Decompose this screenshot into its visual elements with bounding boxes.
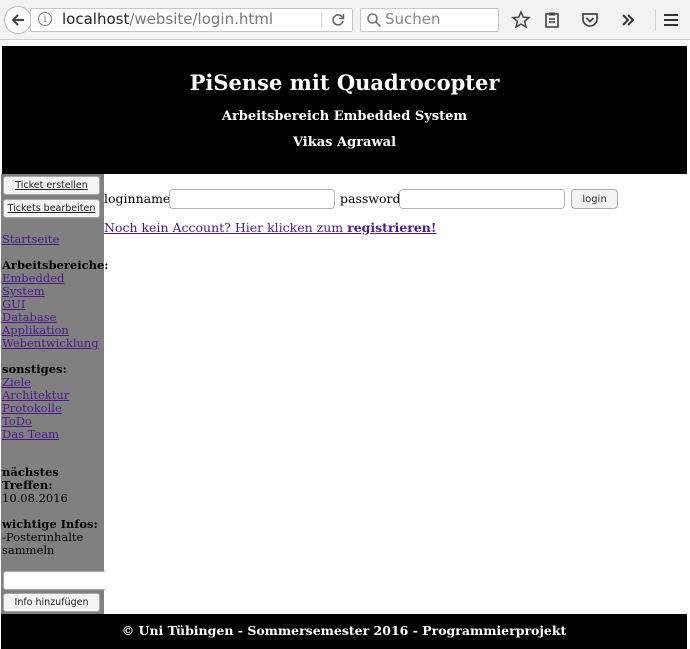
meeting-heading: nächstes Treffen: xyxy=(2,465,59,492)
sidebar-link-todo[interactable]: ToDo xyxy=(2,414,32,428)
bookmark-star-button[interactable] xyxy=(509,8,533,32)
info-input[interactable] xyxy=(3,571,105,590)
pocket-icon xyxy=(582,13,598,27)
site-title: PiSense mit Quadrocopter xyxy=(189,70,500,95)
chevron-double-right-icon xyxy=(622,14,635,26)
login-button[interactable]: login xyxy=(571,189,618,209)
sidebar-link-protokolle[interactable]: Protokolle xyxy=(2,401,62,415)
star-icon xyxy=(511,10,531,29)
hamburger-icon xyxy=(664,14,678,26)
password-input[interactable] xyxy=(399,189,565,209)
password-label: password xyxy=(340,191,401,206)
arrow-left-icon xyxy=(11,14,24,26)
site-footer: © Uni Tübingen - Sommersemester 2016 - P… xyxy=(1,614,687,649)
url-text: localhost/website/login.html xyxy=(62,10,274,28)
loginname-input[interactable] xyxy=(169,189,335,209)
site-subtitle: Arbeitsbereich Embedded System xyxy=(221,109,468,124)
clipboard-icon xyxy=(545,12,559,28)
sidebar-link-applikation[interactable]: Applikation xyxy=(2,323,69,337)
search-icon xyxy=(367,13,382,28)
browser-toolbar: i localhost/website/login.html Suchen xyxy=(0,0,690,40)
sidebar-link-team[interactable]: Das Team xyxy=(2,427,59,441)
sidebar-link-gui[interactable]: GUI xyxy=(2,297,25,311)
ticket-create-button[interactable]: Ticket erstellen xyxy=(3,176,100,195)
url-bar[interactable]: i localhost/website/login.html xyxy=(30,8,353,32)
reload-icon[interactable] xyxy=(327,9,349,31)
reading-list-button[interactable] xyxy=(540,8,564,32)
register-link[interactable]: Noch kein Account? Hier klicken zum regi… xyxy=(104,220,436,235)
overflow-menu-button[interactable] xyxy=(616,8,640,32)
sidebar-link-system[interactable]: System xyxy=(2,284,45,298)
info-text: -Posterinhalte sammeln xyxy=(2,530,84,557)
search-placeholder: Suchen xyxy=(385,10,441,28)
main-content: loginname password login Noch kein Accou… xyxy=(104,174,688,614)
back-button[interactable] xyxy=(4,6,32,34)
meeting-date: 10.08.2016 xyxy=(2,491,68,505)
search-bar[interactable]: Suchen xyxy=(360,8,499,32)
site-author: Vikas Agrawal xyxy=(292,135,397,150)
sidebar-link-ziele[interactable]: Ziele xyxy=(2,375,31,389)
sidebar-link-database[interactable]: Database xyxy=(2,310,56,324)
site-header: PiSense mit Quadrocopter Arbeitsbereich … xyxy=(2,46,687,174)
sidebar: Ticket erstellen Tickets bearbeiten Star… xyxy=(1,174,109,614)
sidebar-link-webentwicklung[interactable]: Webentwicklung xyxy=(2,336,99,350)
loginname-label: loginname xyxy=(104,191,171,206)
add-info-button[interactable]: Info hinzufügen xyxy=(3,593,100,612)
sidebar-link-embedded[interactable]: Embedded xyxy=(2,271,64,285)
sidebar-link-architektur[interactable]: Architektur xyxy=(2,388,69,402)
hamburger-menu-button[interactable] xyxy=(659,8,683,32)
pocket-button[interactable] xyxy=(578,8,602,32)
info-icon[interactable]: i xyxy=(38,12,52,26)
sidebar-link-home[interactable]: Startseite xyxy=(2,232,59,246)
tickets-edit-button[interactable]: Tickets bearbeiten xyxy=(3,199,100,218)
